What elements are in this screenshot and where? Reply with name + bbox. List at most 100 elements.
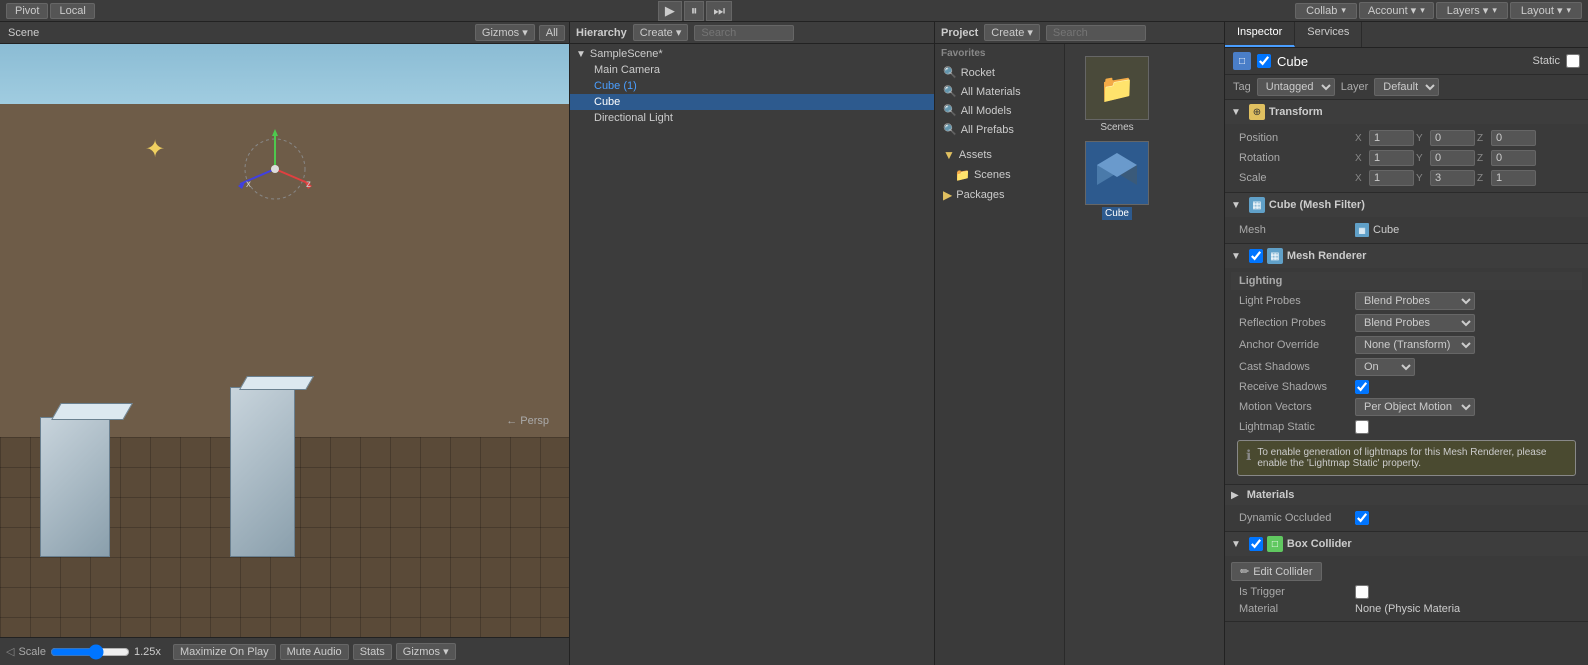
search-icon: 🔍 bbox=[943, 123, 957, 136]
lightmap-static-label: Lightmap Static bbox=[1231, 421, 1351, 433]
x-axis-label: x bbox=[246, 179, 251, 190]
lightmap-static-checkbox[interactable] bbox=[1355, 420, 1369, 434]
collab-button[interactable]: Collab bbox=[1295, 3, 1357, 19]
inspector-tabs: Inspector Services bbox=[1225, 22, 1588, 48]
light-probes-select[interactable]: Blend Probes bbox=[1355, 292, 1475, 310]
project-title: Project bbox=[941, 27, 978, 39]
scale-y[interactable] bbox=[1430, 170, 1475, 186]
mesh-renderer-enabled[interactable] bbox=[1249, 249, 1263, 263]
y-label: Y bbox=[1416, 133, 1428, 144]
scale-row: Scale X Y Z bbox=[1231, 168, 1582, 188]
light-probes-label: Light Probes bbox=[1231, 295, 1351, 307]
inspector-tab[interactable]: Inspector bbox=[1225, 22, 1295, 47]
step-button[interactable]: ⏭ bbox=[706, 1, 732, 21]
project-search[interactable] bbox=[1046, 25, 1146, 41]
object-active-checkbox[interactable] bbox=[1257, 54, 1271, 68]
project-favorites-models[interactable]: 🔍 All Models bbox=[935, 101, 1064, 120]
gizmos-button[interactable]: Gizmos ▾ bbox=[475, 24, 535, 41]
rotation-x[interactable] bbox=[1369, 150, 1414, 166]
services-tab[interactable]: Services bbox=[1295, 22, 1362, 47]
collapse-icon: ▼ bbox=[1231, 251, 1241, 262]
reflection-probes-select[interactable]: Blend Probes bbox=[1355, 314, 1475, 332]
scale-slider[interactable] bbox=[50, 644, 130, 660]
favorites-section-label: Favorites bbox=[935, 44, 1064, 63]
receive-shadows-checkbox[interactable] bbox=[1355, 380, 1369, 394]
layout-button[interactable]: Layout ▾ bbox=[1510, 2, 1582, 19]
hierarchy-create-button[interactable]: Create ▾ bbox=[633, 24, 689, 41]
account-button[interactable]: Account ▾ bbox=[1359, 2, 1434, 19]
scenes-thumbnail[interactable]: 📁 Scenes bbox=[1077, 56, 1157, 133]
pivot-button[interactable]: Pivot bbox=[6, 3, 48, 19]
motion-vectors-select[interactable]: Per Object Motion bbox=[1355, 398, 1475, 416]
rotation-z[interactable] bbox=[1491, 150, 1536, 166]
hierarchy-item[interactable]: Directional Light bbox=[570, 110, 934, 126]
position-x[interactable] bbox=[1369, 130, 1414, 146]
transform-body: Position X Y Z Rotation X bbox=[1225, 124, 1588, 192]
lightmap-info-box: ℹ To enable generation of lightmaps for … bbox=[1237, 440, 1576, 476]
hierarchy-item-cube-selected[interactable]: Cube bbox=[570, 94, 934, 110]
edit-collider-button[interactable]: ✏ Edit Collider bbox=[1231, 562, 1322, 581]
y-label: Y bbox=[1416, 153, 1428, 164]
project-assets-folder[interactable]: ▼ Assets bbox=[935, 145, 1064, 165]
dynamic-occluded-checkbox[interactable] bbox=[1355, 511, 1369, 525]
play-button[interactable]: ▶ bbox=[658, 1, 682, 21]
project-create-button[interactable]: Create ▾ bbox=[984, 24, 1040, 41]
project-header: Project Create ▾ bbox=[935, 22, 1224, 44]
transform-controls: Pivot Local bbox=[6, 3, 95, 19]
hierarchy-item-label: Cube bbox=[594, 96, 620, 108]
scale-z[interactable] bbox=[1491, 170, 1536, 186]
rotation-y[interactable] bbox=[1430, 150, 1475, 166]
local-button[interactable]: Local bbox=[50, 3, 94, 19]
mesh-filter-header[interactable]: ▼ ▦ Cube (Mesh Filter) bbox=[1225, 193, 1588, 217]
edit-collider-row: ✏ Edit Collider bbox=[1231, 560, 1582, 583]
scale-xyz: X Y Z bbox=[1355, 170, 1536, 186]
motion-vectors-label: Motion Vectors bbox=[1231, 401, 1351, 413]
hierarchy-scene-root[interactable]: ▼ SampleScene* bbox=[570, 46, 934, 62]
folder-icon: 📁 bbox=[955, 168, 970, 182]
transform-gizmo bbox=[230, 124, 320, 214]
cube-thumbnail[interactable]: Cube bbox=[1077, 141, 1157, 220]
pause-button[interactable]: ⏸ bbox=[684, 1, 705, 21]
project-favorites-prefabs[interactable]: 🔍 All Prefabs bbox=[935, 120, 1064, 139]
static-checkbox[interactable] bbox=[1566, 54, 1580, 68]
box-collider-enabled[interactable] bbox=[1249, 537, 1263, 551]
project-favorites-rocket[interactable]: 🔍 Rocket bbox=[935, 63, 1064, 82]
position-z[interactable] bbox=[1491, 130, 1536, 146]
hierarchy-title: Hierarchy bbox=[576, 27, 627, 39]
layer-select[interactable]: Default bbox=[1374, 78, 1439, 96]
hierarchy-item[interactable]: Main Camera bbox=[570, 62, 934, 78]
stats-button[interactable]: Stats bbox=[353, 644, 392, 660]
mesh-value-group: ▦ Cube bbox=[1355, 223, 1399, 237]
transform-header[interactable]: ▼ ⊕ Transform bbox=[1225, 100, 1588, 124]
lightmap-static-row: Lightmap Static bbox=[1231, 418, 1582, 436]
scale-x[interactable] bbox=[1369, 170, 1414, 186]
mesh-renderer-header[interactable]: ▼ ▦ Mesh Renderer bbox=[1225, 244, 1588, 268]
folder-icon: ▼ bbox=[943, 148, 955, 162]
materials-header[interactable]: ▶ Materials bbox=[1225, 485, 1588, 505]
maximize-on-play-button[interactable]: Maximize On Play bbox=[173, 644, 276, 660]
layer-label: Layer bbox=[1341, 81, 1369, 93]
project-favorites-materials[interactable]: 🔍 All Materials bbox=[935, 82, 1064, 101]
hierarchy-content: ▼ SampleScene* Main Camera Cube (1) Cube… bbox=[570, 44, 934, 665]
cast-shadows-select[interactable]: On bbox=[1355, 358, 1415, 376]
lighting-header: Lighting bbox=[1231, 272, 1582, 290]
box-collider-header[interactable]: ▼ □ Box Collider bbox=[1225, 532, 1588, 556]
dynamic-occluded-label: Dynamic Occluded bbox=[1231, 512, 1351, 524]
rotation-xyz: X Y Z bbox=[1355, 150, 1536, 166]
scene-view[interactable]: ✦ x z ← Persp bbox=[0, 44, 569, 637]
mute-audio-button[interactable]: Mute Audio bbox=[280, 644, 349, 660]
project-scenes-folder[interactable]: 📁 Scenes bbox=[935, 165, 1064, 185]
layers-button[interactable]: Layers ▾ bbox=[1436, 2, 1508, 19]
project-packages-folder[interactable]: ▶ Packages bbox=[935, 185, 1064, 205]
hierarchy-search[interactable] bbox=[694, 25, 794, 41]
assets-label: Assets bbox=[959, 149, 992, 161]
anchor-override-select[interactable]: None (Transform) bbox=[1355, 336, 1475, 354]
gizmos-bottom-button[interactable]: Gizmos ▾ bbox=[396, 643, 456, 660]
all-button[interactable]: All bbox=[539, 25, 565, 41]
is-trigger-checkbox[interactable] bbox=[1355, 585, 1369, 599]
scenes-thumb-label: Scenes bbox=[1100, 122, 1133, 133]
is-trigger-row: Is Trigger bbox=[1231, 583, 1582, 601]
tag-select[interactable]: Untagged bbox=[1257, 78, 1335, 96]
hierarchy-item[interactable]: Cube (1) bbox=[570, 78, 934, 94]
position-y[interactable] bbox=[1430, 130, 1475, 146]
